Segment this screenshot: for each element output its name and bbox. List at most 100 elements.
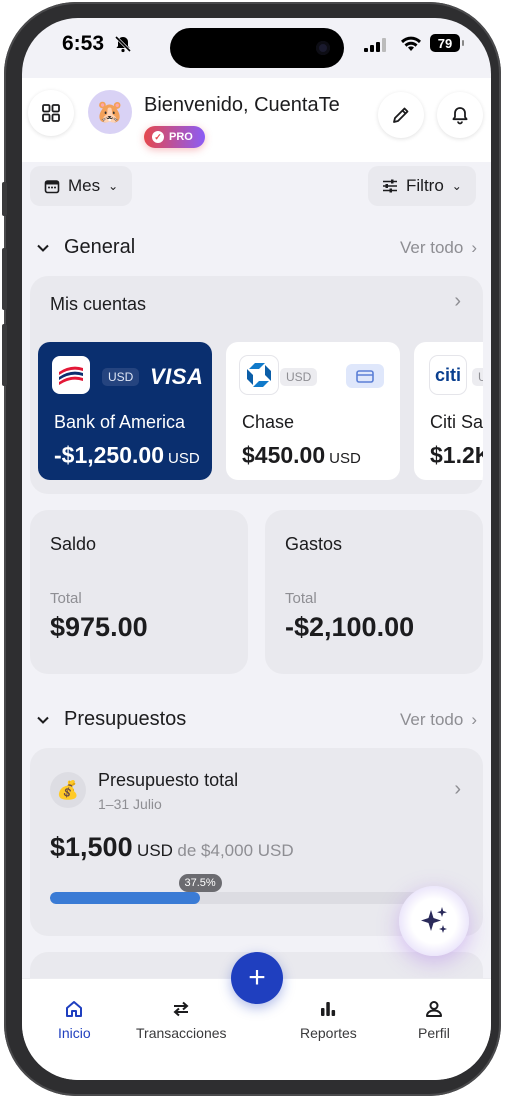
account-balance-value: $1.2K <box>430 442 483 468</box>
balance-sub: Total <box>50 590 82 607</box>
budget-currency: USD <box>137 841 173 860</box>
budget-progress-label: 37.5% <box>178 874 222 892</box>
budget-total: de $4,000 USD <box>177 841 294 860</box>
edit-button[interactable] <box>378 92 424 138</box>
account-name: Bank of America <box>54 412 186 432</box>
filter-dropdown[interactable]: Filtro ⌄ <box>368 166 476 206</box>
accounts-chevron-icon[interactable]: › <box>454 290 461 313</box>
avatar[interactable]: 🐹 <box>88 90 132 134</box>
tab-label: Inicio <box>58 1025 91 1041</box>
pro-badge[interactable]: ✓ PRO <box>144 126 205 148</box>
add-transaction-button[interactable]: + <box>231 952 283 1004</box>
expenses-value: -$2,100.00 <box>285 612 415 642</box>
expenses-title: Gastos <box>285 534 343 554</box>
money-bag-icon: 💰 <box>50 772 86 808</box>
account-name: Chase <box>242 412 295 432</box>
dynamic-island <box>170 28 344 68</box>
bell-icon <box>452 107 468 125</box>
account-card-chase[interactable]: USD Chase $450.00 USD <box>226 342 400 480</box>
chevron-right-icon: › <box>471 238 477 257</box>
chevron-right-icon: › <box>454 778 461 800</box>
welcome-title: Bienvenido, CuentaTe <box>144 94 340 116</box>
budget-amount-line: $1,500 USD de $4,000 USD <box>50 832 294 863</box>
ai-assistant-button[interactable] <box>399 886 469 956</box>
apps-grid-button[interactable] <box>28 90 74 136</box>
general-section-toggle[interactable]: General <box>36 236 135 259</box>
pro-badge-label: PRO <box>169 131 193 143</box>
period-dropdown[interactable]: Mes ⌄ <box>30 166 133 206</box>
card-icon <box>346 364 384 388</box>
mute-switch <box>2 182 7 216</box>
chevron-down-icon: ⌄ <box>108 179 119 193</box>
see-all-label: Ver todo <box>400 238 464 257</box>
expenses-sub: Total <box>285 590 317 607</box>
notifications-button[interactable] <box>437 92 483 138</box>
account-balance: -$1,250.00 USD <box>54 442 200 469</box>
volume-up-button <box>2 248 7 310</box>
phone-frame: 6:53 79 🐹 Bienvenido, CuentaTe ✓ PRO Mes… <box>2 2 501 1096</box>
account-balance-value: $450.00 <box>242 442 326 468</box>
status-time: 6:53 <box>62 32 105 55</box>
tab-reportes[interactable]: Reportes <box>300 999 357 1041</box>
currency-badge: US <box>472 368 483 386</box>
visa-logo: VISA <box>150 364 204 389</box>
battery-indicator: 79 <box>430 34 464 52</box>
currency-badge: USD <box>102 368 140 386</box>
budget-title: Presupuesto total <box>98 770 239 790</box>
user-icon <box>425 1001 442 1017</box>
accounts-card: Mis cuentas › USD VISA Bank of America -… <box>30 276 483 494</box>
balance-value: $975.00 <box>50 612 148 642</box>
tab-label: Transacciones <box>136 1025 227 1041</box>
expenses-card[interactable]: Gastos Total -$2,100.00 <box>265 510 483 674</box>
chase-octagon-icon <box>240 356 278 394</box>
account-name: Citi Sav <box>430 412 483 432</box>
general-title: General <box>64 236 136 258</box>
pencil-icon <box>393 107 409 123</box>
verified-check-icon: ✓ <box>152 131 164 143</box>
account-balance: $450.00 USD <box>242 442 361 469</box>
filter-label: Filtro <box>406 176 444 195</box>
volume-down-button <box>2 324 7 386</box>
sparkles-icon <box>421 907 447 933</box>
currency-badge: USD <box>280 368 318 386</box>
boa-flag-icon <box>52 356 90 394</box>
chevron-down-icon <box>37 244 49 252</box>
sliders-icon <box>383 179 397 193</box>
tab-transacciones[interactable]: Transacciones <box>136 999 227 1041</box>
budget-progress-track <box>50 892 450 904</box>
account-balance-currency: USD <box>329 450 361 467</box>
general-see-all-link[interactable]: Ver todo › <box>400 238 477 258</box>
account-balance-value: -$1,250.00 <box>54 442 164 468</box>
screen: 6:53 79 🐹 Bienvenido, CuentaTe ✓ PRO Mes… <box>22 18 491 1080</box>
citi-logo-icon: citi <box>430 356 466 394</box>
plus-icon: + <box>248 961 266 994</box>
chevron-down-icon <box>37 716 49 724</box>
balance-card[interactable]: Saldo Total $975.00 <box>30 510 248 674</box>
home-icon <box>66 1001 83 1017</box>
header: 🐹 Bienvenido, CuentaTe ✓ PRO <box>22 78 491 162</box>
grid-icon <box>42 104 60 122</box>
accounts-title: Mis cuentas <box>50 294 147 314</box>
see-all-label: Ver todo <box>400 710 464 729</box>
tab-perfil[interactable]: Perfil <box>418 999 450 1041</box>
account-card-citi[interactable]: citi US Citi Sav $1.2K <box>414 342 483 480</box>
camera-icon <box>316 41 330 55</box>
balance-title: Saldo <box>50 534 97 554</box>
budget-range: 1–31 Julio <box>98 796 162 812</box>
wifi-icon <box>401 36 421 51</box>
citi-logo-text: citi <box>434 364 461 385</box>
signal-icon <box>364 38 386 52</box>
budgets-section-toggle[interactable]: Presupuestos <box>36 708 186 731</box>
chevron-down-icon: ⌄ <box>451 179 462 193</box>
chevron-right-icon: › <box>471 710 477 729</box>
budgets-see-all-link[interactable]: Ver todo › <box>400 710 477 730</box>
tab-inicio[interactable]: Inicio <box>58 999 91 1041</box>
account-balance-currency: USD <box>167 450 200 467</box>
account-card-boa[interactable]: USD VISA Bank of America -$1,250.00 USD <box>38 342 212 480</box>
budget-amount: $1,500 <box>50 832 133 862</box>
bar-chart-icon <box>321 1002 336 1016</box>
budgets-title: Presupuestos <box>64 708 187 730</box>
period-label: Mes <box>68 176 101 195</box>
swap-arrows-icon <box>173 1001 189 1017</box>
budget-progress-fill <box>50 892 200 904</box>
